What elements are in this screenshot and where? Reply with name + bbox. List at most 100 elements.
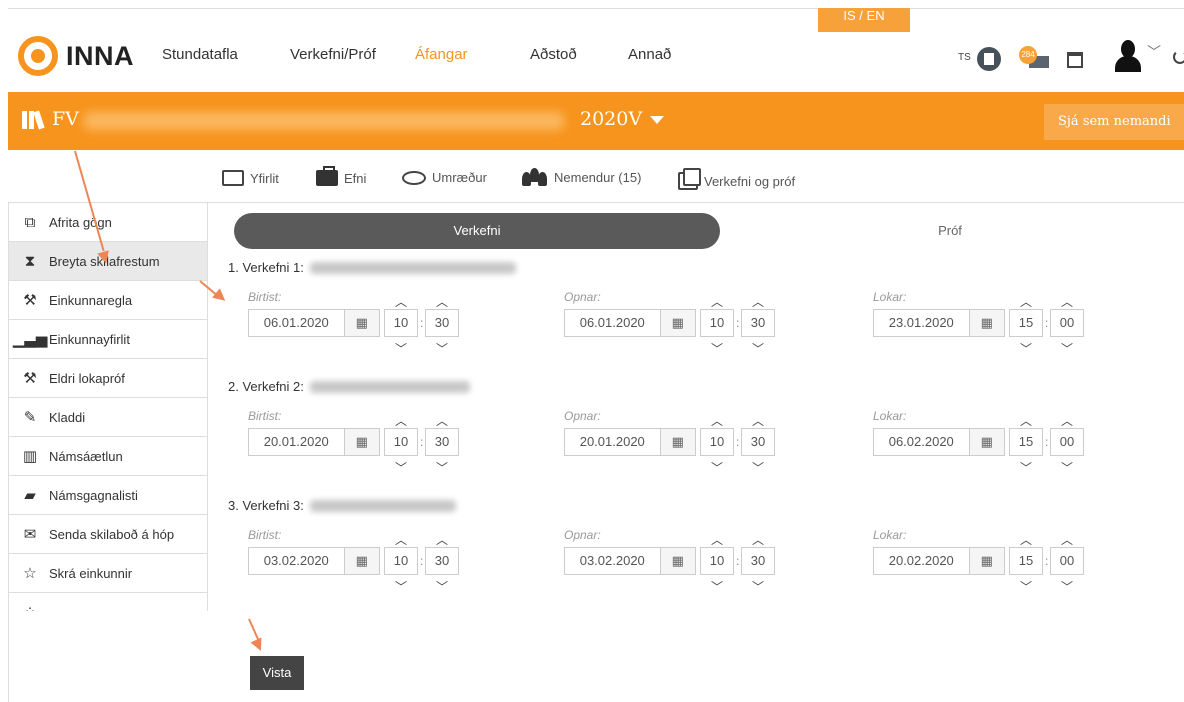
sidebar-item-einkunnayfirlit[interactable]: ▁▃▅ Einkunnayfirlit: [8, 320, 207, 359]
date-value[interactable]: 06.01.2020: [565, 310, 660, 336]
hour-down-chevron-icon[interactable]: ﹀: [1009, 340, 1043, 357]
caret-down-icon[interactable]: [650, 116, 664, 124]
hour-down-chevron-icon[interactable]: ﹀: [700, 459, 734, 476]
sidebar-item-namsgagnalisti[interactable]: ▰ Námsgagnalisti: [8, 476, 207, 515]
minute-down-chevron-icon[interactable]: ﹀: [1050, 459, 1084, 476]
minute-up-chevron-icon[interactable]: ︿: [741, 412, 775, 429]
save-button[interactable]: Vista: [250, 656, 304, 690]
tab-verkefni-og-prof[interactable]: Verkefni og próf: [678, 168, 795, 190]
nav-afangar[interactable]: Áfangar: [415, 46, 468, 63]
calendar-icon[interactable]: ▦: [343, 548, 379, 574]
hour-up-chevron-icon[interactable]: ︿: [700, 293, 734, 310]
minute-input[interactable]: 00: [1050, 309, 1084, 337]
nav-annad[interactable]: Annað: [628, 46, 671, 63]
hour-input[interactable]: 15: [1009, 309, 1043, 337]
hour-input[interactable]: 10: [384, 309, 418, 337]
minute-down-chevron-icon[interactable]: ﹀: [425, 459, 459, 476]
minute-down-chevron-icon[interactable]: ﹀: [425, 340, 459, 357]
calendar-icon[interactable]: [1067, 52, 1083, 68]
date-value[interactable]: 20.01.2020: [249, 429, 344, 455]
calendar-icon[interactable]: ▦: [659, 548, 695, 574]
sidebar-item-einkunnaregla[interactable]: ⚒ Einkunnaregla: [8, 281, 207, 320]
sidebar-item-afrita-gogn[interactable]: ⧉ Afrita gögn: [8, 203, 207, 242]
calendar-icon[interactable]: ▦: [343, 429, 379, 455]
hour-input[interactable]: 10: [700, 547, 734, 575]
minute-down-chevron-icon[interactable]: ﹀: [741, 459, 775, 476]
calendar-icon[interactable]: ▦: [659, 429, 695, 455]
calendar-icon[interactable]: ▦: [659, 310, 695, 336]
hour-down-chevron-icon[interactable]: ﹀: [1009, 578, 1043, 595]
minute-up-chevron-icon[interactable]: ︿: [425, 412, 459, 429]
minute-up-chevron-icon[interactable]: ︿: [425, 293, 459, 310]
hour-input[interactable]: 15: [1009, 428, 1043, 456]
hour-down-chevron-icon[interactable]: ﹀: [700, 578, 734, 595]
inna-logo[interactable]: INNA: [18, 36, 134, 76]
minute-up-chevron-icon[interactable]: ︿: [1050, 531, 1084, 548]
view-as-student-button[interactable]: Sjá sem nemandi: [1044, 104, 1184, 140]
sidebar-item-eldri-lokaprof[interactable]: ⚒ Eldri lokapróf: [8, 359, 207, 398]
messages-icon[interactable]: 284: [1019, 46, 1049, 70]
sidebar-item-kladdi[interactable]: ✎ Kladdi: [8, 398, 207, 437]
hour-up-chevron-icon[interactable]: ︿: [1009, 293, 1043, 310]
minute-up-chevron-icon[interactable]: ︿: [425, 531, 459, 548]
date-input[interactable]: 20.01.2020 ▦: [248, 428, 380, 456]
minute-up-chevron-icon[interactable]: ︿: [741, 293, 775, 310]
date-value[interactable]: 03.02.2020: [565, 548, 660, 574]
minute-up-chevron-icon[interactable]: ︿: [741, 531, 775, 548]
hour-up-chevron-icon[interactable]: ︿: [384, 412, 418, 429]
hour-input[interactable]: 10: [384, 547, 418, 575]
date-input[interactable]: 06.01.2020 ▦: [248, 309, 380, 337]
hour-input[interactable]: 15: [1009, 547, 1043, 575]
date-input[interactable]: 23.01.2020 ▦: [873, 309, 1005, 337]
minute-down-chevron-icon[interactable]: ﹀: [425, 578, 459, 595]
nav-verkefni-prof[interactable]: Verkefni/Próf: [290, 46, 376, 63]
minute-input[interactable]: 30: [741, 547, 775, 575]
hour-up-chevron-icon[interactable]: ︿: [384, 293, 418, 310]
date-value[interactable]: 20.02.2020: [874, 548, 969, 574]
date-input[interactable]: 03.02.2020 ▦: [248, 547, 380, 575]
hour-down-chevron-icon[interactable]: ﹀: [700, 340, 734, 357]
date-input[interactable]: 20.01.2020 ▦: [564, 428, 696, 456]
date-value[interactable]: 06.02.2020: [874, 429, 969, 455]
hour-input[interactable]: 10: [700, 428, 734, 456]
hour-down-chevron-icon[interactable]: ﹀: [384, 340, 418, 357]
minute-input[interactable]: 30: [425, 428, 459, 456]
hour-input[interactable]: 10: [700, 309, 734, 337]
language-toggle[interactable]: IS / EN: [818, 8, 910, 32]
calendar-icon[interactable]: ▦: [968, 310, 1004, 336]
tab-umraedur[interactable]: Umræður: [402, 170, 487, 185]
minute-input[interactable]: 30: [425, 309, 459, 337]
tab-yfirlit[interactable]: Yfirlit: [222, 170, 279, 186]
minute-down-chevron-icon[interactable]: ﹀: [1050, 340, 1084, 357]
minute-input[interactable]: 00: [1050, 547, 1084, 575]
minute-up-chevron-icon[interactable]: ︿: [1050, 412, 1084, 429]
tab-efni[interactable]: Efni: [316, 166, 366, 186]
avatar[interactable]: [1113, 40, 1143, 74]
hour-down-chevron-icon[interactable]: ﹀: [384, 459, 418, 476]
nav-stundatafla[interactable]: Stundatafla: [162, 46, 238, 63]
date-value[interactable]: 03.02.2020: [249, 548, 344, 574]
date-input[interactable]: 06.02.2020 ▦: [873, 428, 1005, 456]
hour-up-chevron-icon[interactable]: ︿: [384, 531, 418, 548]
hour-up-chevron-icon[interactable]: ︿: [700, 412, 734, 429]
sidebar-item-partial[interactable]: ⁘: [8, 593, 207, 611]
chevron-down-icon[interactable]: ﹀: [1147, 42, 1161, 62]
sidebar-item-skra-einkunnir[interactable]: ☆ Skrá einkunnir: [8, 554, 207, 593]
tab-nemendur[interactable]: Nemendur (15): [522, 168, 641, 186]
calendar-icon[interactable]: ▦: [968, 548, 1004, 574]
date-value[interactable]: 20.01.2020: [565, 429, 660, 455]
minute-input[interactable]: 30: [425, 547, 459, 575]
calendar-icon[interactable]: ▦: [968, 429, 1004, 455]
hour-up-chevron-icon[interactable]: ︿: [700, 531, 734, 548]
calendar-icon[interactable]: ▦: [343, 310, 379, 336]
school-building-icon[interactable]: [977, 47, 1001, 71]
minute-input[interactable]: 30: [741, 428, 775, 456]
hour-up-chevron-icon[interactable]: ︿: [1009, 531, 1043, 548]
hour-down-chevron-icon[interactable]: ﹀: [1009, 459, 1043, 476]
hour-input[interactable]: 10: [384, 428, 418, 456]
date-input[interactable]: 06.01.2020 ▦: [564, 309, 696, 337]
minute-up-chevron-icon[interactable]: ︿: [1050, 293, 1084, 310]
date-value[interactable]: 23.01.2020: [874, 310, 969, 336]
hour-up-chevron-icon[interactable]: ︿: [1009, 412, 1043, 429]
minute-input[interactable]: 00: [1050, 428, 1084, 456]
